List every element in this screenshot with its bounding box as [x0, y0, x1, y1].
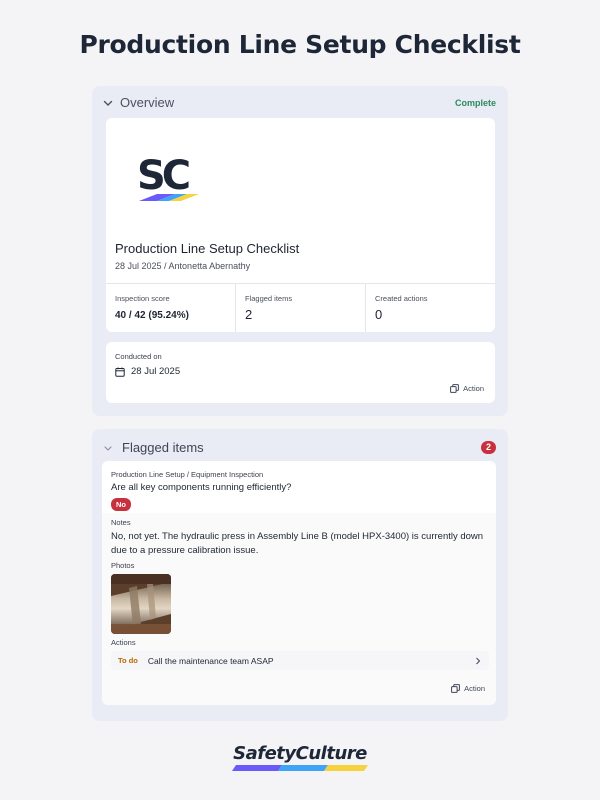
action-button[interactable]: Action	[451, 684, 485, 693]
answer-badge: No	[111, 498, 131, 511]
action-button[interactable]: Action	[450, 384, 484, 393]
brand-logo-text: SafetyCulture	[233, 743, 367, 764]
stat-created-actions: Created actions 0	[365, 284, 495, 332]
stat-value: 2	[245, 307, 253, 322]
flagged-items-title: Flagged items	[122, 440, 204, 455]
stat-inspection-score: Inspection score 40 / 42 (95.24%)	[106, 284, 235, 332]
flagged-items-section: Flagged items 2 Production Line Setup / …	[92, 429, 508, 721]
overview-section: Overview Complete SC Production Line Set…	[92, 86, 508, 416]
overview-title: Overview	[120, 95, 175, 110]
flagged-count-badge: 2	[480, 441, 496, 454]
actions-label: Actions	[111, 638, 136, 647]
conducted-date: 28 Jul 2025	[115, 366, 180, 377]
stat-label: Flagged items	[245, 294, 293, 303]
report-title: Production Line Setup Checklist	[115, 241, 300, 256]
stat-flagged-items: Flagged items 2	[235, 284, 365, 332]
notes-text: No, not yet. The hydraulic press in Asse…	[111, 531, 484, 556]
question-text: Are all key components running efficient…	[111, 482, 292, 493]
conducted-date-value: 28 Jul 2025	[131, 366, 181, 377]
conducted-label: Conducted on	[115, 352, 162, 361]
conducted-card: Conducted on 28 Jul 2025 Action	[106, 342, 495, 403]
action-item-text: Call the maintenance team ASAP	[147, 655, 274, 666]
action-item-row[interactable]: To do Call the maintenance team ASAP	[111, 651, 489, 670]
brand-stripe-icon	[232, 765, 368, 771]
page-title: Production Line Setup Checklist	[79, 30, 521, 59]
photos-label: Photos	[111, 561, 135, 570]
chevron-right-icon	[476, 657, 481, 664]
status-badge: Complete	[454, 97, 496, 108]
photo-thumbnail[interactable]	[111, 574, 171, 634]
chevron-down-icon[interactable]	[102, 441, 118, 455]
notes-label: Notes	[111, 518, 131, 527]
overview-header[interactable]: Overview Complete	[102, 95, 496, 110]
todo-status-badge: To do	[118, 656, 138, 665]
copy-icon	[451, 684, 461, 693]
stats-row: Inspection score 40 / 42 (95.24%) Flagge…	[106, 283, 495, 332]
stat-value: 0	[375, 307, 383, 322]
flagged-item-card: Production Line Setup / Equipment Inspec…	[102, 461, 496, 705]
action-label: Action	[463, 384, 484, 393]
report-subtitle: 28 Jul 2025 / Antonetta Abernathy	[115, 261, 251, 271]
overview-card: SC Production Line Setup Checklist 28 Ju…	[106, 118, 495, 332]
copy-icon	[450, 384, 460, 393]
chevron-down-icon[interactable]	[102, 96, 118, 110]
flagged-items-header[interactable]: Flagged items 2	[102, 440, 496, 455]
action-label: Action	[464, 684, 485, 693]
brand-footer: SafetyCulture	[0, 743, 600, 771]
question-breadcrumb: Production Line Setup / Equipment Inspec…	[111, 470, 264, 479]
stat-label: Inspection score	[115, 294, 170, 303]
calendar-icon	[115, 367, 125, 377]
stat-label: Created actions	[375, 294, 428, 303]
svg-text:SC: SC	[137, 153, 189, 199]
company-logo-icon: SC	[137, 153, 199, 201]
stat-value: 40 / 42 (95.24%)	[115, 310, 189, 321]
